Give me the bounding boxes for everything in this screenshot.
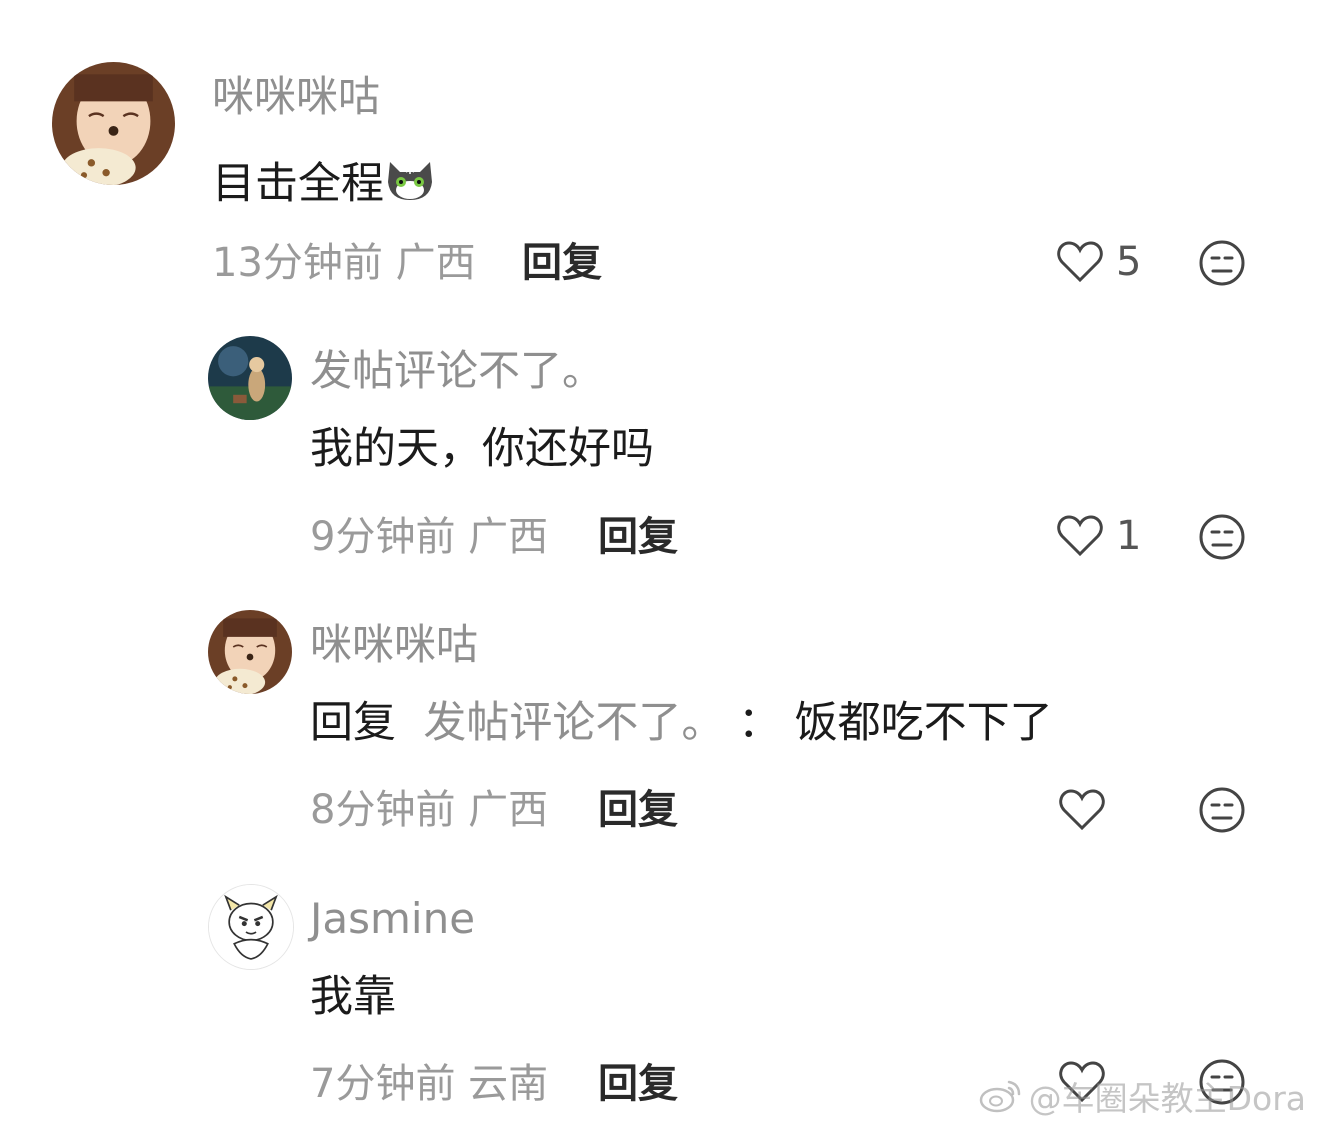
comment-location: 广西 bbox=[395, 240, 476, 286]
watermark-text: @车圈朵教主Dora bbox=[1028, 1079, 1306, 1118]
avatar[interactable] bbox=[208, 336, 292, 420]
reply-button[interactable]: 回复 bbox=[522, 243, 602, 283]
face-emoji-icon bbox=[1199, 787, 1245, 833]
reply-button[interactable]: 回复 bbox=[598, 517, 678, 557]
comment-text: 我靠 bbox=[310, 972, 396, 1022]
face-emoji-icon bbox=[1199, 240, 1245, 286]
emoji-reaction-button[interactable] bbox=[1198, 239, 1246, 287]
weibo-logo-icon bbox=[979, 1080, 1020, 1113]
comment-meta: 9分钟前 广西 bbox=[310, 517, 548, 557]
username[interactable]: 咪咪咪咕 bbox=[310, 624, 478, 666]
reply-separator: ： bbox=[738, 698, 782, 748]
reply-prefix: 回复 bbox=[310, 698, 396, 748]
avatar[interactable] bbox=[52, 62, 175, 185]
comment-text-content: 饭都吃不下了 bbox=[794, 698, 1053, 748]
comment-meta: 7分钟前 云南 bbox=[310, 1064, 548, 1104]
reply-target-username[interactable]: 发帖评论不了。 bbox=[423, 698, 724, 748]
like-count: 5 bbox=[1116, 239, 1142, 285]
comment-text: 目击全程 bbox=[212, 152, 436, 206]
heart-icon bbox=[1057, 515, 1103, 557]
like-button[interactable]: 5 bbox=[1056, 240, 1141, 284]
comment-text: 我的天，你还好吗 bbox=[310, 424, 654, 474]
comment-text-content: 目击全程 bbox=[212, 159, 384, 209]
heart-icon bbox=[1059, 789, 1105, 831]
like-button[interactable]: 1 bbox=[1056, 514, 1141, 558]
comment-meta: 8分钟前 广西 bbox=[310, 790, 548, 830]
face-emoji-icon bbox=[1199, 514, 1245, 560]
username[interactable]: 发帖评论不了。 bbox=[310, 350, 604, 392]
comment-time: 7分钟前 bbox=[310, 1061, 456, 1107]
emoji-reaction-button[interactable] bbox=[1198, 786, 1246, 834]
cat-emoji bbox=[388, 162, 432, 200]
username[interactable]: Jasmine bbox=[310, 898, 475, 940]
reply-button[interactable]: 回复 bbox=[598, 1064, 678, 1104]
avatar[interactable] bbox=[208, 884, 294, 970]
comment-meta: 13分钟前 广西 bbox=[212, 243, 476, 283]
comment-time: 9分钟前 bbox=[310, 514, 456, 560]
emoji-reaction-button[interactable] bbox=[1198, 513, 1246, 561]
like-button[interactable] bbox=[1058, 788, 1118, 832]
comment-text: 回复 发帖评论不了。 ： 饭都吃不下了 bbox=[310, 702, 1053, 745]
avatar[interactable] bbox=[208, 610, 292, 694]
comment-location: 云南 bbox=[468, 1061, 549, 1107]
comment-location: 广西 bbox=[468, 787, 549, 833]
like-count: 1 bbox=[1116, 513, 1142, 559]
heart-icon bbox=[1057, 241, 1103, 283]
comment-time: 8分钟前 bbox=[310, 787, 456, 833]
comment-time: 13分钟前 bbox=[212, 240, 383, 286]
comment-location: 广西 bbox=[468, 514, 549, 560]
username[interactable]: 咪咪咪咕 bbox=[212, 76, 380, 118]
reply-button[interactable]: 回复 bbox=[598, 790, 678, 830]
watermark: @车圈朵教主Dora bbox=[979, 1072, 1306, 1120]
